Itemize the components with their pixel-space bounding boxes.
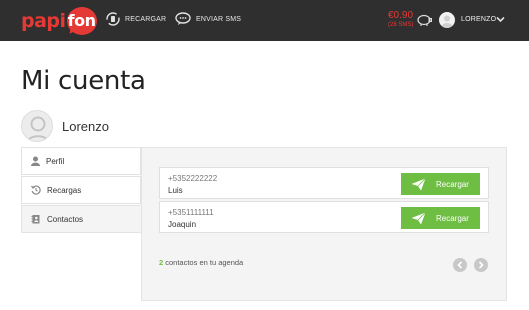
user-icon — [31, 156, 40, 166]
logo-text-fon: fon — [67, 11, 96, 30]
piggy-bank-icon[interactable] — [417, 14, 432, 26]
sms-count: (28 SMS) — [388, 22, 414, 28]
contact-phone: +5352222222 — [168, 174, 218, 183]
paper-plane-icon — [411, 177, 426, 190]
list-item: +5351111111 Joaquin Recargar — [159, 201, 489, 233]
profile-name: Lorenzo — [62, 119, 109, 134]
sidebar-item-recargas[interactable]: Recargas — [21, 176, 141, 204]
logo-text-papi: papi — [21, 10, 66, 32]
user-avatar[interactable] — [439, 12, 455, 28]
sidebar-item-perfil[interactable]: Perfil — [21, 147, 141, 175]
recargar-button-label: Recargar — [436, 213, 469, 223]
sidebar-item-contactos[interactable]: Contactos — [21, 205, 141, 233]
refresh-phone-icon — [106, 12, 120, 26]
nav-enviar-sms[interactable]: ENVIAR SMS — [175, 12, 241, 26]
recargar-button[interactable]: Recargar — [401, 207, 480, 229]
next-page-button[interactable] — [474, 258, 488, 272]
sidebar-item-label: Perfil — [46, 156, 65, 166]
balance-display[interactable]: €0.90 (28 SMS) — [388, 10, 413, 29]
address-book-icon — [31, 215, 40, 224]
user-menu-name[interactable]: LORENZO — [461, 16, 496, 23]
nav-sms-label: ENVIAR SMS — [196, 15, 242, 23]
account-sidebar: Perfil Recargas Contactos — [21, 147, 141, 234]
contact-list: +5352222222 Luis Recargar +5351111111 Jo… — [159, 167, 489, 235]
recargar-button[interactable]: Recargar — [401, 173, 480, 195]
contact-name: Joaquin — [168, 220, 197, 229]
balance-amount: €0.90 — [388, 10, 414, 21]
chevron-right-icon — [478, 261, 484, 269]
logo-bubble: fon — [65, 7, 99, 37]
list-item: +5352222222 Luis Recargar — [159, 167, 489, 199]
chat-bubble-icon — [175, 12, 191, 25]
history-icon — [31, 185, 41, 195]
page-title: Mi cuenta — [21, 66, 146, 96]
sidebar-item-label: Recargas — [47, 185, 82, 195]
contact-name: Luis — [168, 186, 183, 195]
nav-recargar-label: RECARGAR — [125, 15, 167, 23]
recargar-button-label: Recargar — [436, 179, 469, 189]
previous-page-button[interactable] — [453, 258, 467, 272]
contacts-count-label: contactos en tu agenda — [163, 258, 244, 267]
paper-plane-icon — [411, 211, 426, 224]
top-bar: papi fon RECARGAR ENVIAR SMS €0.90 (28 S… — [0, 0, 529, 41]
papifon-logo[interactable]: papi fon — [21, 7, 99, 37]
nav-recargar[interactable]: RECARGAR — [106, 12, 166, 26]
chevron-down-icon[interactable] — [496, 16, 505, 23]
contact-phone: +5351111111 — [168, 208, 214, 217]
sidebar-item-label: Contactos — [47, 214, 84, 224]
contacts-count-text: 2 contactos en tu agenda — [159, 258, 243, 267]
profile-avatar — [21, 110, 53, 142]
chevron-left-icon — [457, 261, 463, 269]
